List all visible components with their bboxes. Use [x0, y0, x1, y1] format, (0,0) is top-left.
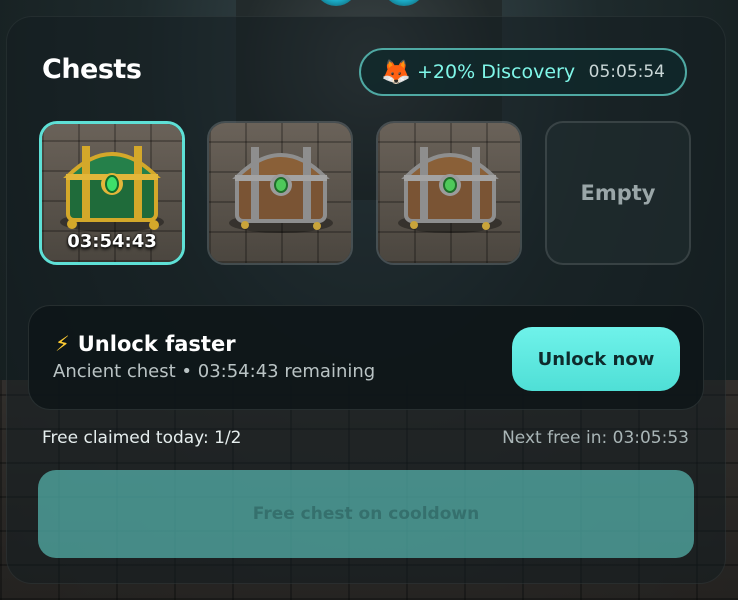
unlock-now-button[interactable]: Unlock now [512, 327, 680, 391]
unlock-subtitle: Ancient chest • 03:54:43 remaining [53, 361, 376, 382]
next-free-timer: Next free in: 03:05:53 [502, 428, 689, 448]
lightning-icon: ⚡ [55, 332, 70, 356]
boost-timer: 05:05:54 [588, 62, 665, 82]
unlock-title: Unlock faster [77, 332, 236, 356]
free-chest-button[interactable]: Free chest on cooldown [38, 470, 694, 558]
unlock-title-row: ⚡ Unlock faster [55, 332, 236, 356]
empty-label: Empty [580, 181, 656, 205]
free-claimed-count: Free claimed today: 1/2 [42, 428, 242, 448]
iron-chest-icon [229, 147, 333, 233]
glowing-eye [314, 0, 358, 6]
chest-slot-ancient[interactable]: 03:54:43 [39, 121, 185, 265]
chest-timer: 03:54:43 [67, 231, 157, 252]
chest-slot-iron[interactable] [207, 121, 353, 265]
chest-slot-iron[interactable] [376, 121, 522, 265]
iron-chest-icon [398, 147, 502, 233]
chest-slot-empty: Empty [545, 121, 691, 265]
boost-label: +20% Discovery [417, 61, 576, 83]
fox-icon: 🦊 [381, 58, 411, 86]
unlock-faster-card: ⚡ Unlock faster Ancient chest • 03:54:43 … [28, 305, 704, 410]
discovery-boost-badge[interactable]: 🦊 +20% Discovery 05:05:54 [359, 48, 687, 96]
glowing-eye [382, 0, 426, 6]
page-title: Chests [42, 54, 142, 85]
